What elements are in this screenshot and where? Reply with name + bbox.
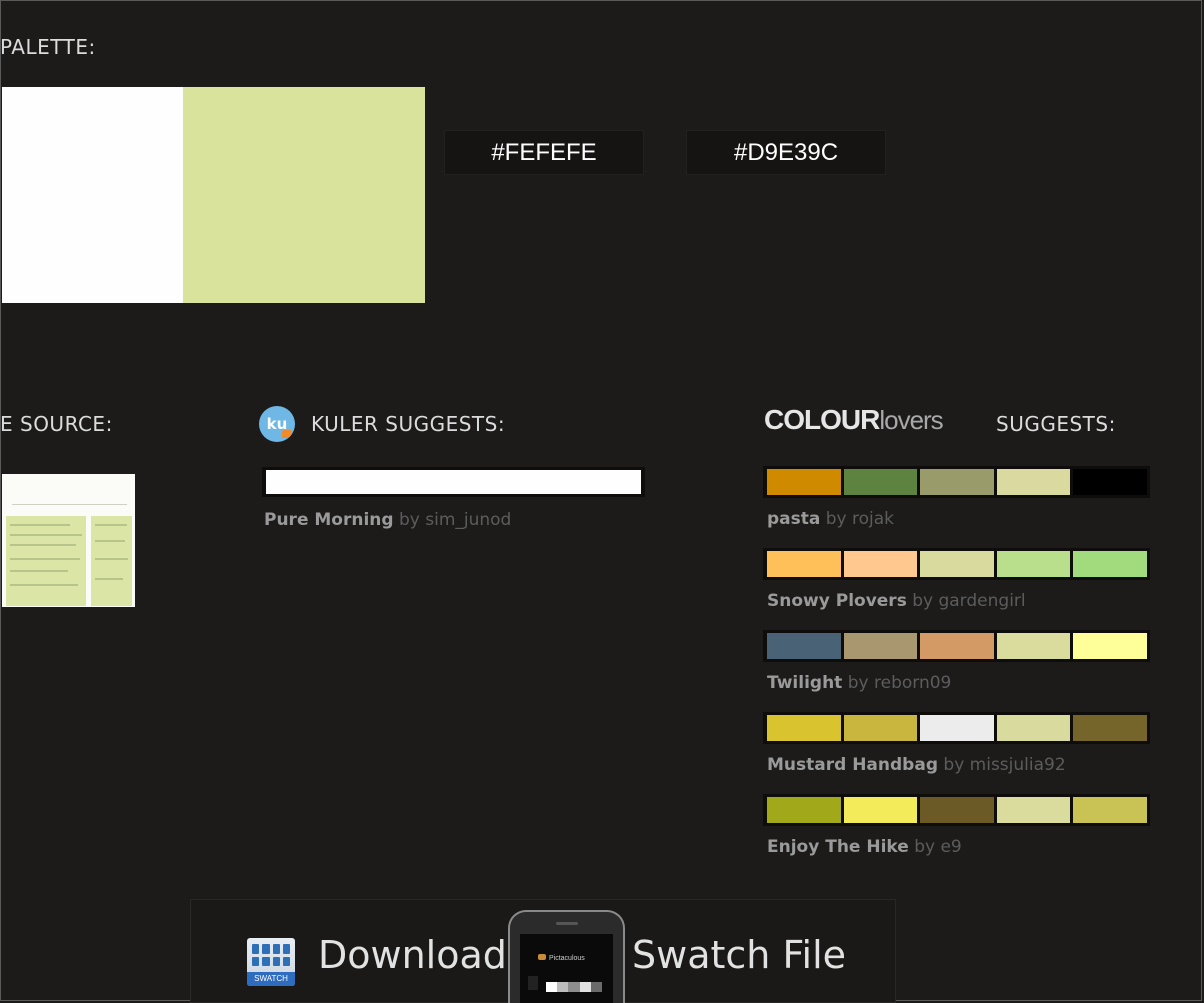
kuler-logo-icon: ku: [259, 406, 295, 442]
thumbnail-text-line: [10, 524, 70, 526]
palette-chip: [920, 469, 994, 495]
kuler-palette-caption: Pure Morning by sim_junod: [264, 510, 511, 530]
palette-chip: [843, 551, 918, 577]
palette-swatch-2[interactable]: [183, 87, 425, 303]
palette-swatch-1[interactable]: [2, 87, 183, 303]
palette-chip: [920, 715, 994, 741]
palette-chip: [996, 797, 1071, 823]
colourlovers-palette-author[interactable]: by rojak: [826, 509, 894, 529]
thumbnail-text-line: [10, 570, 68, 572]
palette-chip: [1073, 797, 1147, 823]
thumbnail-nav-line: [12, 504, 127, 505]
colourlovers-palette-bar[interactable]: [763, 712, 1150, 744]
phone-speaker: [556, 922, 578, 925]
palette-chip: [1073, 715, 1147, 741]
thumbnail-text-line: [95, 578, 123, 580]
source-image-thumbnail[interactable]: [2, 474, 135, 607]
thumbnail-text-line: [95, 540, 125, 542]
hex-code-1[interactable]: #FEFEFE: [444, 130, 644, 175]
thumbnail-text-line: [95, 558, 128, 560]
colourlovers-palette-bar[interactable]: [763, 548, 1150, 580]
kuler-palette-author[interactable]: by sim_junod: [399, 510, 511, 530]
palette-chip: [996, 633, 1071, 659]
phone-screen-chip: [528, 976, 538, 990]
colourlovers-palette-bar[interactable]: [763, 466, 1150, 498]
palette-chip: [843, 797, 918, 823]
colourlovers-heading: SUGGESTS:: [996, 412, 1116, 436]
colourlovers-palette-name[interactable]: Twilight: [767, 673, 842, 693]
palette-chip: [843, 469, 918, 495]
colourlovers-palette-caption: Twilight by reborn09: [767, 673, 951, 693]
palette-chip: [767, 551, 841, 577]
thumbnail-text-line: [95, 524, 127, 526]
palette-chip: [767, 797, 841, 823]
thumbnail-text-line: [10, 544, 76, 546]
colourlovers-palette-caption: pasta by rojak: [767, 509, 894, 529]
thumbnail-text-line: [10, 558, 80, 560]
palette-chip: [767, 715, 841, 741]
colourlovers-logo-bold: COLOUR: [764, 404, 880, 435]
palette-chip: [996, 551, 1071, 577]
phone-mini-palette: [546, 982, 603, 992]
thumbnail-column-left: [6, 516, 86, 606]
phone-screen: Pictaculous: [520, 934, 613, 1003]
download-text[interactable]: Download: [318, 933, 507, 977]
image-source-heading: E SOURCE:: [0, 412, 113, 436]
colourlovers-palette-caption: Enjoy The Hike by e9: [767, 837, 962, 857]
palette-heading: PALETTE:: [0, 35, 96, 59]
palette-chip: [920, 797, 994, 823]
colourlovers-logo-light: lovers: [879, 405, 943, 435]
palette-chip: [920, 551, 994, 577]
colourlovers-palette-author[interactable]: by missjulia92: [943, 755, 1065, 775]
swatch-file-icon: SWATCH: [247, 938, 295, 986]
thumbnail-text-line: [10, 584, 78, 586]
palette-chip: [1073, 551, 1147, 577]
swatch-icon-label: SWATCH: [247, 972, 295, 986]
palette-chip: [1073, 633, 1147, 659]
kuler-palette-bar[interactable]: [262, 467, 645, 497]
colourlovers-palette-caption: Mustard Handbag by missjulia92: [767, 755, 1066, 775]
colourlovers-palette-name[interactable]: Enjoy The Hike: [767, 837, 909, 857]
colourlovers-palette-name[interactable]: Snowy Plovers: [767, 591, 907, 611]
colourlovers-palette-author[interactable]: by e9: [914, 837, 962, 857]
colourlovers-palette-author[interactable]: by reborn09: [848, 673, 952, 693]
swatch-icon-dots: [252, 944, 290, 966]
palette-chip: [767, 469, 841, 495]
colourlovers-palette-bar[interactable]: [763, 794, 1150, 826]
palette-chip: [996, 715, 1071, 741]
colourlovers-palette-caption: Snowy Plovers by gardengirl: [767, 591, 1026, 611]
phone-icon: Pictaculous: [508, 910, 625, 1003]
kuler-palette-chip: [266, 470, 641, 494]
palette-chip: [767, 633, 841, 659]
hex-code-2[interactable]: #D9E39C: [686, 130, 886, 175]
colourlovers-logo: COLOURlovers: [764, 404, 944, 436]
palette-chip: [843, 633, 918, 659]
kuler-heading: KULER SUGGESTS:: [311, 412, 506, 436]
kuler-palette-name[interactable]: Pure Morning: [264, 510, 394, 530]
palette-chip: [1073, 469, 1147, 495]
phone-app-title: Pictaculous: [538, 954, 585, 962]
thumbnail-column-right: [91, 516, 132, 606]
thumbnail-text-line: [10, 534, 82, 536]
colourlovers-palette-bar[interactable]: [763, 630, 1150, 662]
palette-chip: [843, 715, 918, 741]
palette-chip: [920, 633, 994, 659]
colourlovers-palette-name[interactable]: Mustard Handbag: [767, 755, 938, 775]
colourlovers-palette-author[interactable]: by gardengirl: [912, 591, 1025, 611]
colourlovers-palette-name[interactable]: pasta: [767, 509, 820, 529]
palette-chip: [996, 469, 1071, 495]
swatch-file-text[interactable]: Swatch File: [632, 933, 846, 977]
